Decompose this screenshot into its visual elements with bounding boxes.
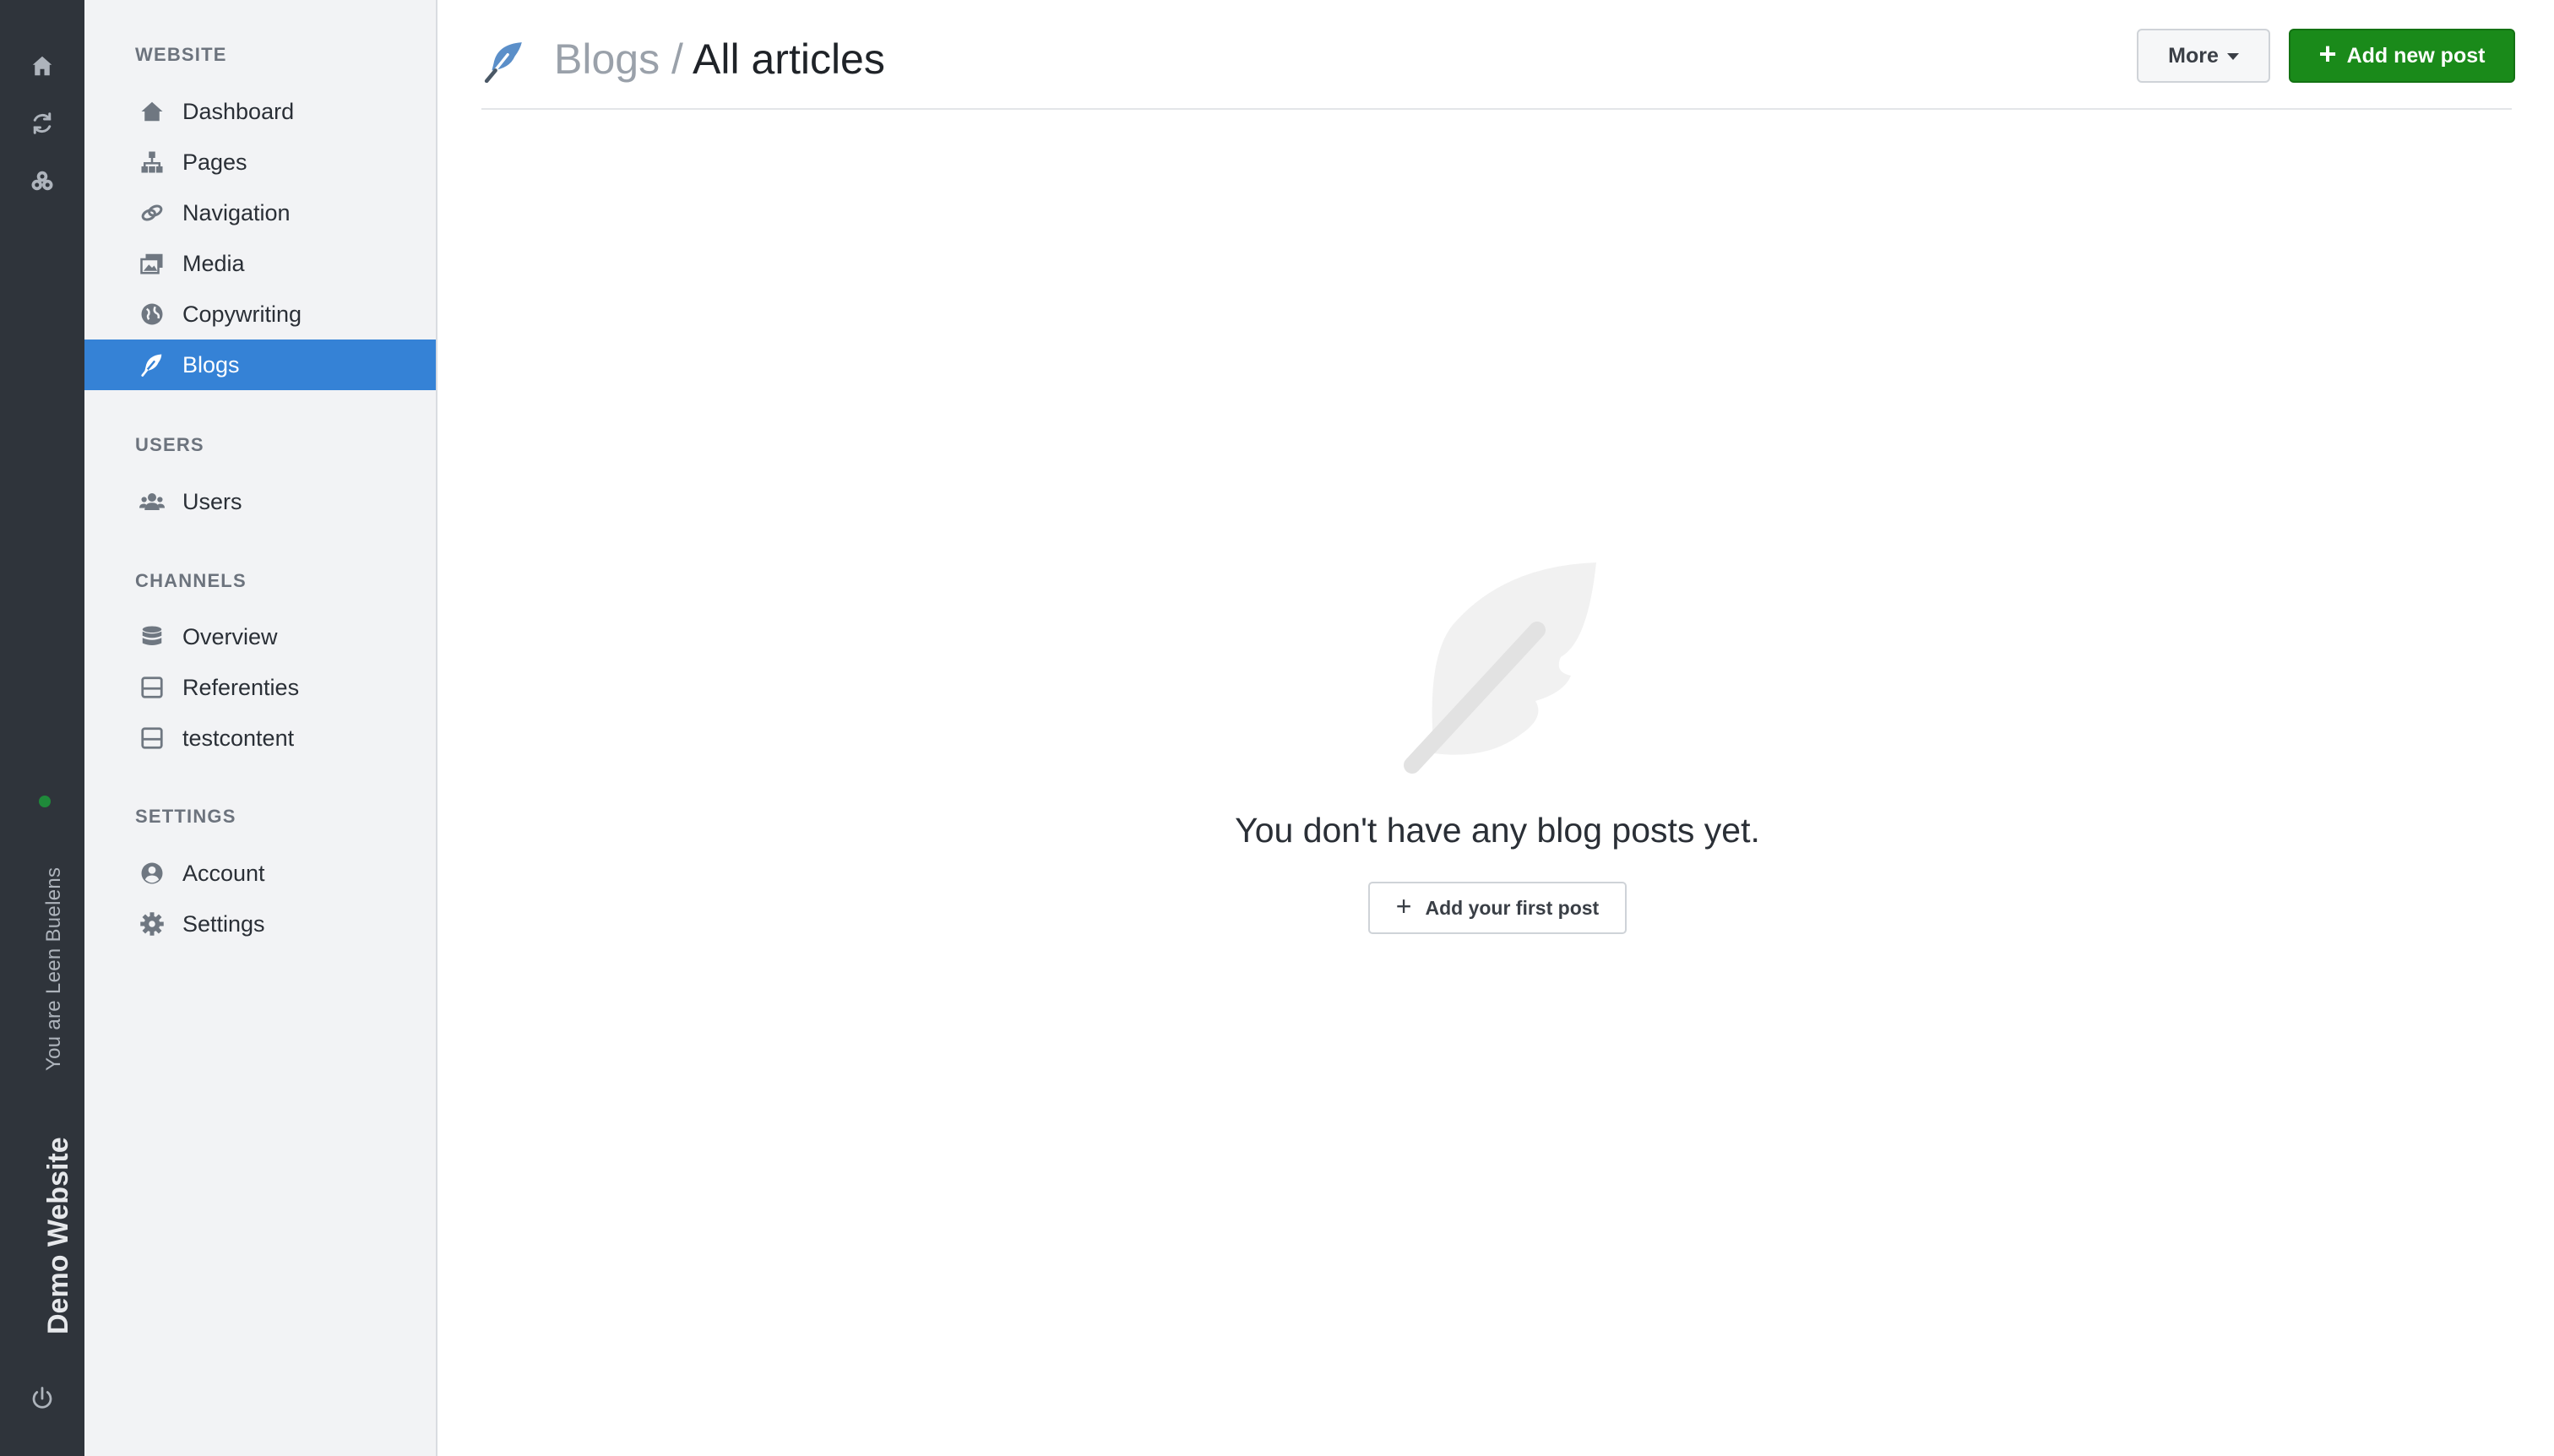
sidebar-item-media[interactable]: Media (84, 238, 436, 289)
sidebar-item-label: Blogs (182, 351, 240, 378)
power-icon[interactable] (25, 1382, 59, 1415)
sidebar-item-label: Users (182, 488, 242, 514)
sidebar-item-dashboard[interactable]: Dashboard (84, 86, 436, 137)
sidebar-item-label: Overview (182, 623, 278, 649)
breadcrumb-parent[interactable]: Blogs (554, 35, 660, 83)
images-icon (139, 250, 166, 277)
header-divider (481, 108, 2512, 110)
add-new-post-button[interactable]: + Add new post (2289, 29, 2515, 83)
sidebar-item-label: Account (182, 860, 265, 886)
section-title-users: USERS (135, 434, 204, 455)
feather-icon (139, 351, 166, 378)
sidebar-item-label: testcontent (182, 725, 295, 751)
sidebar-item-label: Dashboard (182, 98, 295, 124)
feather-icon (483, 41, 525, 84)
add-first-post-label: Add your first post (1425, 896, 1600, 919)
users-icon (139, 488, 166, 515)
add-new-post-label: Add new post (2346, 43, 2486, 68)
section-title-website: WEBSITE (135, 44, 227, 65)
sidebar-item-settings[interactable]: Settings (84, 899, 436, 949)
site-name[interactable]: Demo Website (42, 1137, 75, 1334)
sidebar-item-navigation[interactable]: Navigation (84, 187, 436, 238)
sidebar-item-label: Media (182, 250, 245, 276)
chevron-down-icon (2226, 53, 2239, 60)
sidebar-item-label: Copywriting (182, 301, 302, 327)
user-circle-icon (139, 860, 166, 887)
plus-icon: + (1395, 891, 1412, 921)
app-rail: You are Leen Buelens Demo Website (0, 0, 84, 1456)
link-icon (139, 199, 166, 226)
sidebar-item-referenties[interactable]: Referenties (84, 662, 436, 713)
section-title-settings: SETTINGS (135, 806, 236, 827)
channel-icon (139, 725, 166, 752)
sidebar-item-label: Pages (182, 149, 247, 175)
feather-illustration-icon (1385, 557, 1605, 777)
home-icon (139, 98, 166, 125)
sidebar-item-label: Settings (182, 910, 265, 937)
channel-icon (139, 674, 166, 701)
breadcrumb: Blogs / All articles (554, 32, 885, 86)
sidebar-item-account[interactable]: Account (84, 848, 436, 899)
section-title-channels: CHANNELS (135, 570, 247, 591)
modules-icon[interactable] (25, 164, 59, 198)
sidebar-item-label: Navigation (182, 199, 291, 225)
add-first-post-button[interactable]: + Add your first post (1368, 882, 1627, 934)
gear-icon (139, 910, 166, 937)
home-icon[interactable] (25, 49, 59, 83)
sidebar-item-overview[interactable]: Overview (84, 611, 436, 662)
sidebar-item-users[interactable]: Users (84, 476, 436, 527)
sidebar: WEBSITE Dashboard Pages Navigation Media… (84, 0, 437, 1456)
more-dropdown-button[interactable]: More (2137, 29, 2270, 83)
sidebar-item-pages[interactable]: Pages (84, 137, 436, 187)
sidebar-item-label: Referenties (182, 674, 300, 700)
current-user-label: You are Leen Buelens (42, 867, 65, 1071)
sidebar-item-blogs[interactable]: Blogs (84, 340, 436, 390)
empty-state-message: You don't have any blog posts yet. (1235, 811, 1760, 850)
plus-icon: + (2318, 36, 2337, 71)
database-icon (139, 623, 166, 650)
globe-icon (139, 301, 166, 328)
sitemap-icon (139, 149, 166, 176)
sync-icon[interactable] (25, 106, 59, 140)
online-status-dot (39, 796, 51, 807)
sidebar-item-testcontent[interactable]: testcontent (84, 713, 436, 763)
sidebar-item-copywriting[interactable]: Copywriting (84, 289, 436, 340)
breadcrumb-separator: / (671, 35, 683, 83)
page-title: All articles (693, 35, 885, 83)
more-button-label: More (2168, 43, 2219, 68)
